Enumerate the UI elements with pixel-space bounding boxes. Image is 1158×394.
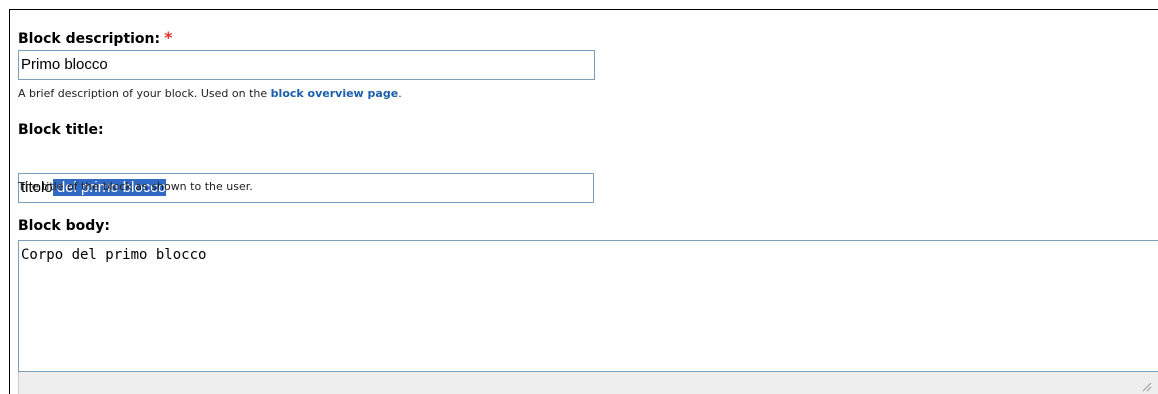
block-description-label-row: Block description: * — [18, 28, 173, 47]
block-body-value: Corpo del primo blocco — [21, 247, 207, 263]
block-body-label: Block body: — [18, 218, 110, 234]
block-title-label: Block title: — [18, 122, 104, 138]
block-title-help: The title of the block as shown to the u… — [18, 180, 253, 193]
resize-grip-icon[interactable] — [1140, 380, 1152, 392]
block-description-help-text: A brief description of your block. Used … — [18, 87, 271, 100]
block-description-input[interactable]: Primo blocco — [18, 50, 595, 80]
block-description-value: Primo blocco — [21, 56, 108, 73]
block-description-help-suffix: . — [398, 87, 402, 100]
block-overview-link[interactable]: block overview page — [271, 87, 399, 100]
block-body-textarea[interactable]: Corpo del primo blocco — [18, 240, 1158, 372]
required-marker: * — [164, 28, 173, 47]
textarea-resize-bar[interactable] — [18, 372, 1158, 394]
block-description-label: Block description: — [18, 31, 161, 47]
block-description-help: A brief description of your block. Used … — [18, 87, 402, 101]
